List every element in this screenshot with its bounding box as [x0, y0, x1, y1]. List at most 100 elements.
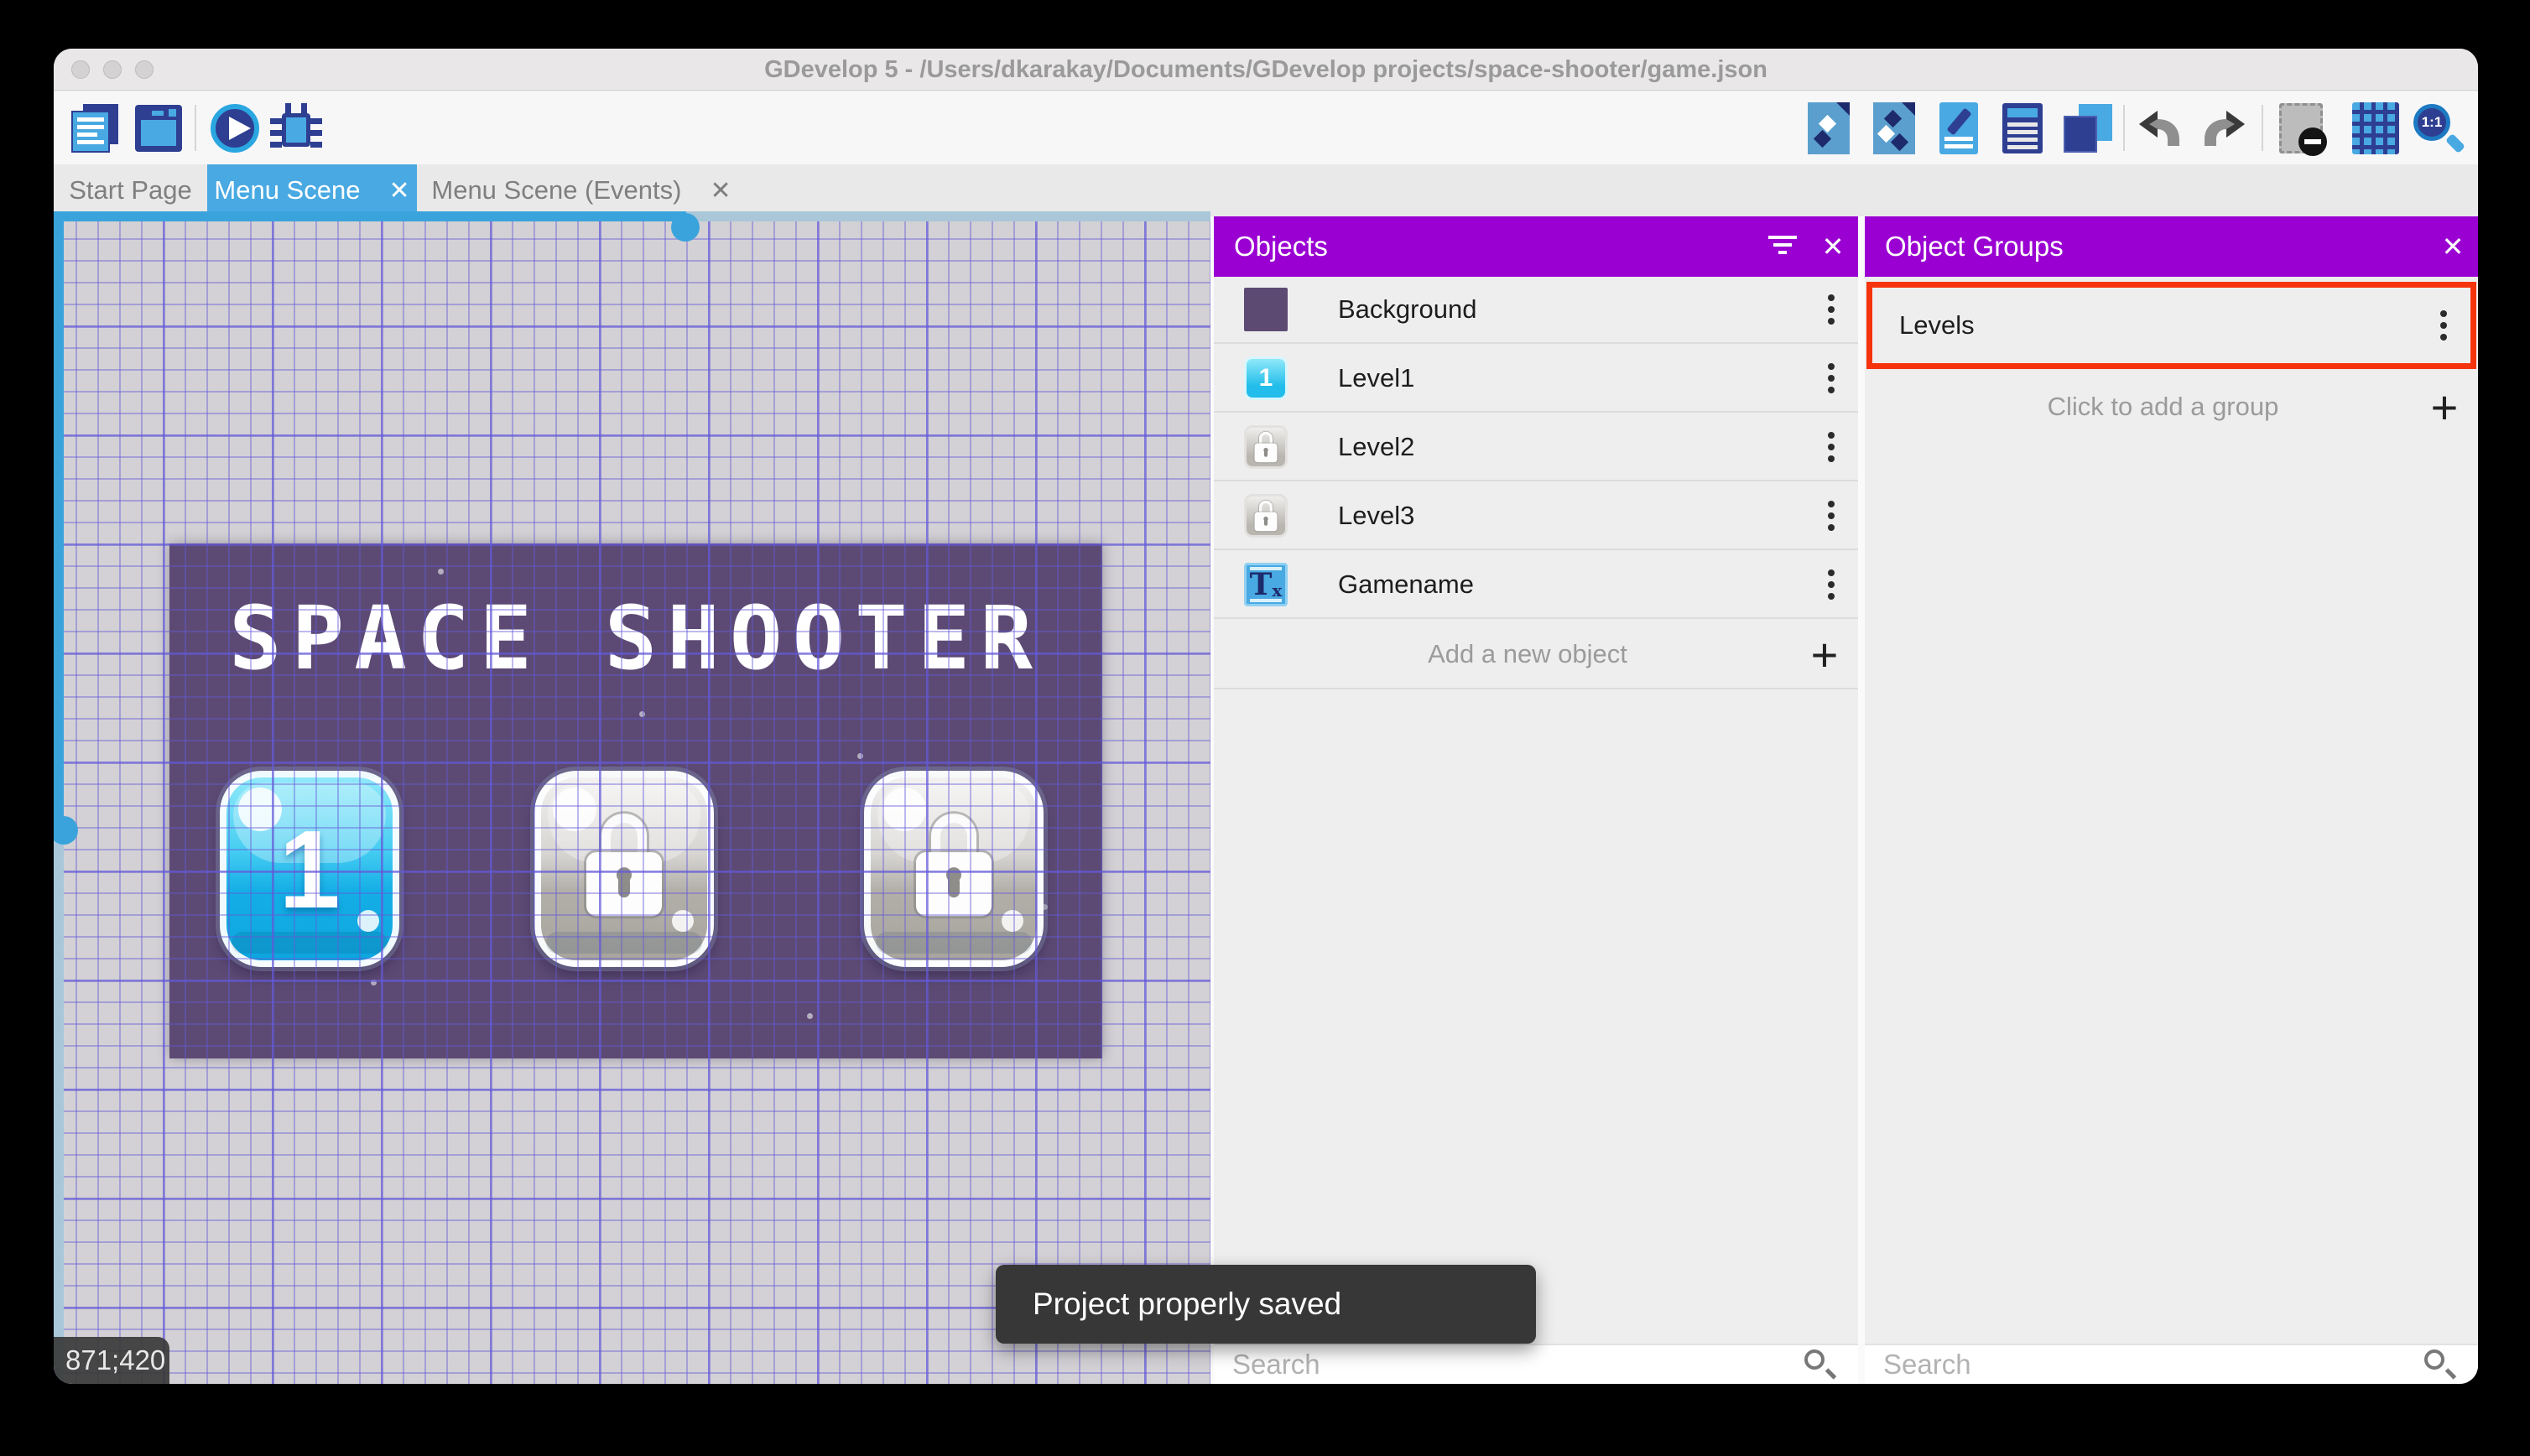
- close-tab-icon[interactable]: ✕: [388, 176, 409, 205]
- properties-icon: [1939, 101, 1978, 154]
- level2-button-object[interactable]: [534, 771, 714, 967]
- group-menu-icon[interactable]: [2440, 310, 2449, 341]
- star-decoration: [992, 611, 997, 616]
- object-groups-panel-title: Object Groups: [1885, 231, 2064, 262]
- scene-background-object[interactable]: SPACE SHOOTER 1: [169, 543, 1102, 1058]
- search-icon: [1803, 1348, 1837, 1381]
- toggle-grid-button[interactable]: [2349, 91, 2402, 164]
- tab-start-page[interactable]: Start Page: [54, 164, 207, 216]
- zoom-1-1-icon: 1:1: [2412, 102, 2466, 154]
- toggle-mask-button[interactable]: [2273, 91, 2329, 164]
- tab-menu-scene-events[interactable]: Menu Scene (Events) ✕: [417, 164, 746, 216]
- star-decoration: [639, 711, 645, 717]
- object-menu-icon[interactable]: [1828, 294, 1836, 325]
- group-row-levels[interactable]: Levels: [1872, 288, 2470, 363]
- open-instances-list-button[interactable]: [1998, 91, 2047, 164]
- main-toolbar: 1:1: [54, 91, 2478, 164]
- objects-search-input[interactable]: [1232, 1349, 1803, 1381]
- layers-icon: [2064, 103, 2112, 153]
- level1-button-object[interactable]: 1: [220, 771, 399, 967]
- annotation-highlight: Levels: [1866, 282, 2476, 369]
- objects-panel-title: Objects: [1234, 231, 1328, 262]
- objects-panel-header: Objects ✕: [1214, 216, 1858, 277]
- debug-button[interactable]: [268, 91, 324, 164]
- object-groups-editor-icon: [1873, 101, 1915, 154]
- object-name: Level2: [1338, 432, 1415, 461]
- object-menu-icon[interactable]: [1828, 501, 1836, 531]
- title-bar: GDevelop 5 - /Users/dkarakay/Documents/G…: [54, 49, 2478, 91]
- object-name: Gamename: [1338, 569, 1474, 599]
- tab-label: Start Page: [69, 175, 192, 205]
- app-window: GDevelop 5 - /Users/dkarakay/Documents/G…: [54, 49, 2478, 1384]
- filter-button[interactable]: [1757, 231, 1808, 263]
- toolbar-separator: [2123, 105, 2125, 151]
- tab-menu-scene[interactable]: Menu Scene ✕: [207, 164, 417, 216]
- star-decoration: [438, 569, 444, 575]
- add-object-row[interactable]: Add a new object +: [1214, 621, 1858, 689]
- scene-properties-button[interactable]: [133, 91, 185, 164]
- horizontal-scrollbar[interactable]: [54, 211, 1210, 221]
- lock-icon: [586, 814, 662, 917]
- window-title: GDevelop 5 - /Users/dkarakay/Documents/G…: [764, 56, 1767, 83]
- level1-number: 1: [279, 807, 341, 931]
- level3-button-object[interactable]: [864, 771, 1044, 967]
- save-toast: Project properly saved: [996, 1265, 1536, 1344]
- editor-tab-bar: Start Page Menu Scene ✕ Menu Scene (Even…: [54, 164, 2478, 216]
- horizontal-scroll-handle[interactable]: [671, 213, 700, 242]
- close-object-groups-panel-button[interactable]: ✕: [2428, 231, 2478, 263]
- panel-divider: [1858, 216, 1865, 1384]
- close-objects-panel-button[interactable]: ✕: [1808, 231, 1858, 263]
- play-icon: [211, 103, 259, 153]
- preview-play-button[interactable]: [207, 91, 263, 164]
- background-thumbnail-icon: [1244, 288, 1288, 331]
- redo-icon: [2205, 110, 2245, 146]
- grid-icon: [2352, 101, 2399, 154]
- open-layers-editor-button[interactable]: [2062, 91, 2114, 164]
- object-row-level3[interactable]: Level3: [1214, 483, 1858, 550]
- search-icon: [2423, 1348, 2457, 1381]
- level3-thumbnail-icon: [1244, 494, 1288, 538]
- object-menu-icon[interactable]: [1828, 363, 1836, 393]
- objects-editor-icon: [1808, 101, 1850, 154]
- plus-icon: +: [2430, 380, 2459, 434]
- project-manager-button[interactable]: [69, 91, 121, 164]
- object-row-level2[interactable]: Level2: [1214, 414, 1858, 481]
- star-decoration: [857, 753, 863, 759]
- open-properties-button[interactable]: [1934, 91, 1983, 164]
- objects-search-bar: [1214, 1344, 1858, 1384]
- object-name: Level1: [1338, 363, 1415, 393]
- object-menu-icon[interactable]: [1828, 432, 1836, 462]
- open-objects-editor-button[interactable]: [1804, 91, 1854, 164]
- groups-search-bar: [1865, 1344, 2478, 1384]
- instances-list-icon: [2002, 102, 2043, 153]
- vertical-scrollbar[interactable]: [54, 216, 64, 1384]
- object-row-background[interactable]: Background: [1214, 277, 1858, 344]
- object-row-level1[interactable]: 1 Level1: [1214, 346, 1858, 413]
- toolbar-separator: [2262, 105, 2263, 151]
- object-groups-panel: Object Groups ✕ Levels Click to add a gr…: [1865, 216, 2478, 1384]
- close-tab-icon[interactable]: ✕: [710, 176, 731, 205]
- text-object-thumbnail-icon: Tx: [1244, 563, 1288, 606]
- tab-label: Menu Scene (Events): [431, 175, 682, 205]
- undo-button[interactable]: [2134, 91, 2186, 164]
- object-menu-icon[interactable]: [1828, 569, 1836, 600]
- add-group-label: Click to add a group: [2047, 392, 2279, 421]
- add-group-row[interactable]: Click to add a group +: [1865, 372, 2478, 441]
- zoom-original-button[interactable]: 1:1: [2409, 91, 2466, 164]
- open-object-groups-editor-button[interactable]: [1869, 91, 1919, 164]
- object-row-gamename[interactable]: Tx Gamename: [1214, 552, 1858, 619]
- scene-canvas[interactable]: SPACE SHOOTER 1 871;420: [54, 211, 1210, 1384]
- level2-thumbnail-icon: [1244, 425, 1288, 469]
- desktop-background: GDevelop 5 - /Users/dkarakay/Documents/G…: [0, 0, 2530, 1456]
- group-name: Levels: [1899, 310, 1975, 340]
- vertical-scroll-handle[interactable]: [54, 816, 78, 845]
- level1-thumbnail-icon: 1: [1244, 356, 1288, 400]
- groups-search-input[interactable]: [1883, 1349, 2423, 1381]
- redo-button[interactable]: [2198, 91, 2250, 164]
- plus-icon: +: [1810, 627, 1839, 681]
- scene-window-icon: [135, 104, 182, 152]
- star-decoration: [807, 1013, 813, 1019]
- undo-icon: [2139, 110, 2179, 146]
- mask-icon: [2279, 102, 2327, 156]
- filter-icon: [1767, 234, 1798, 256]
